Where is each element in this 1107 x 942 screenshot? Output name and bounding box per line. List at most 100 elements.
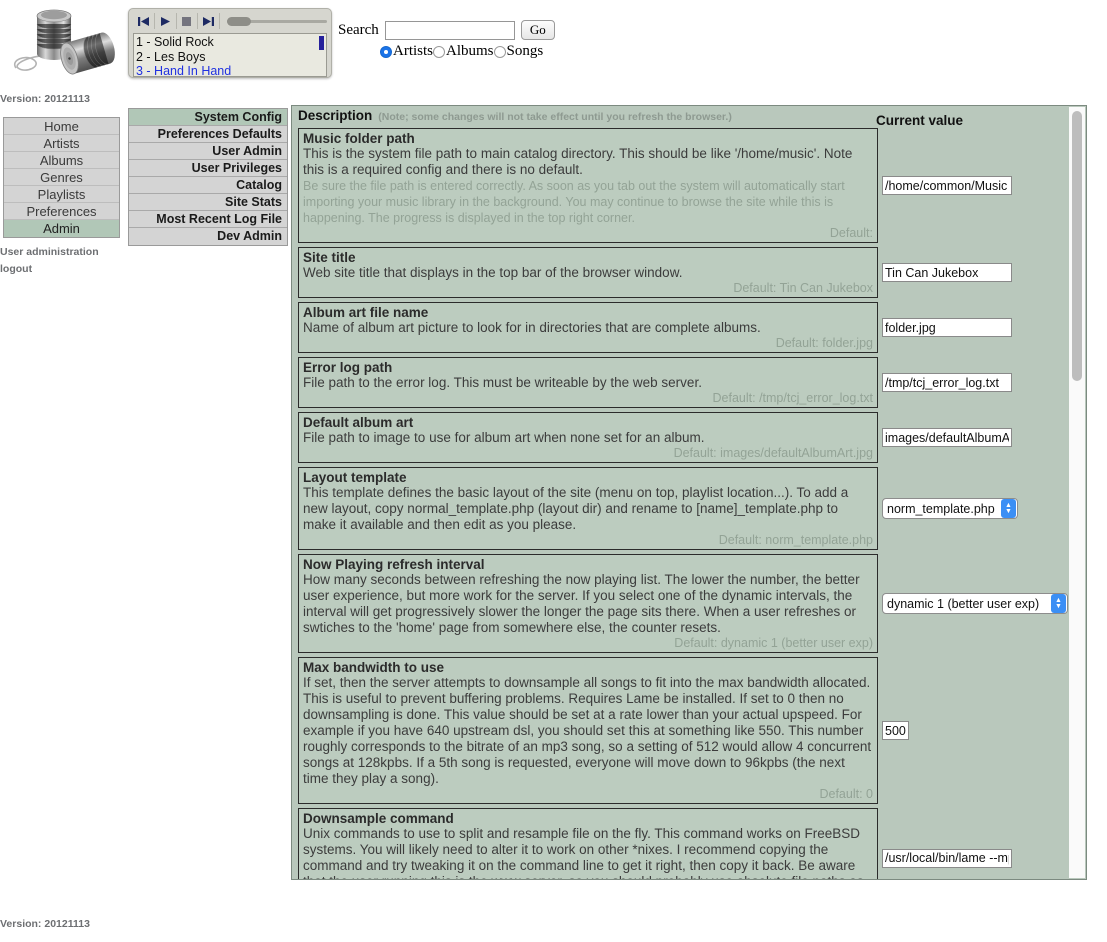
- config-default: Default: Tin Can Jukebox: [303, 281, 873, 296]
- config-value-cell: [878, 247, 1086, 298]
- config-body: This is the system file path to main cat…: [303, 146, 873, 178]
- radio-icon[interactable]: [433, 46, 445, 58]
- search-area: Search Go Artists Albums Songs: [338, 20, 555, 60]
- playlist-item[interactable]: 1 - Solid Rock: [136, 35, 324, 50]
- sidebar-item-preferences[interactable]: Preferences: [4, 203, 119, 220]
- panel-scrollbar[interactable]: [1069, 107, 1085, 878]
- config-value-cell: [878, 808, 1086, 880]
- admin-menu-user-privileges[interactable]: User Privileges: [129, 160, 287, 177]
- playlist[interactable]: 1 - Solid Rock 2 - Les Boys 3 - Hand In …: [133, 33, 327, 77]
- config-value-cell: [878, 412, 1086, 463]
- config-extra: Be sure the file path is entered correct…: [303, 178, 873, 226]
- current-value-header: Current value: [876, 113, 963, 128]
- stop-icon: [182, 17, 191, 26]
- admin-menu: System Config Preferences Defaults User …: [128, 108, 288, 246]
- config-title: Site title: [303, 250, 873, 265]
- search-input[interactable]: [385, 21, 515, 40]
- layout-template-select[interactable]: norm_template.php ▲▼: [882, 498, 1018, 519]
- config-title: Layout template: [303, 470, 873, 485]
- sidebar-item-albums[interactable]: Albums: [4, 152, 119, 169]
- admin-menu-user-admin[interactable]: User Admin: [129, 143, 287, 160]
- search-go-button[interactable]: Go: [521, 20, 555, 40]
- search-type-artists[interactable]: Artists: [380, 43, 433, 60]
- skip-back-icon: [138, 17, 149, 26]
- site-title-input[interactable]: [882, 263, 1012, 282]
- config-body: Name of album art picture to look for in…: [303, 320, 873, 336]
- play-button[interactable]: [155, 13, 177, 29]
- config-default: Default:: [303, 226, 873, 241]
- seek-slider-track[interactable]: [227, 20, 327, 23]
- chevron-updown-icon[interactable]: ▲▼: [1001, 499, 1016, 518]
- config-description: Default album art File path to image to …: [298, 412, 878, 463]
- prev-button[interactable]: [133, 13, 155, 29]
- music-folder-path-input[interactable]: [882, 176, 1012, 195]
- config-row: Album art file name Name of album art pi…: [292, 302, 1086, 353]
- search-type-artists-label: Artists: [393, 43, 433, 60]
- config-row: Error log path File path to the error lo…: [292, 357, 1086, 408]
- config-default: Default: folder.jpg: [303, 336, 873, 351]
- search-type-group: Artists Albums Songs: [380, 43, 555, 60]
- config-body: Web site title that displays in the top …: [303, 265, 873, 281]
- sidebar-item-admin[interactable]: Admin: [4, 220, 119, 237]
- sidebar-item-playlists[interactable]: Playlists: [4, 186, 119, 203]
- config-value-cell: [878, 657, 1086, 804]
- sidebar-item-genres[interactable]: Genres: [4, 169, 119, 186]
- default-album-art-input[interactable]: [882, 428, 1012, 447]
- description-note: (Note; some changes will not take effect…: [378, 111, 732, 123]
- config-title: Music folder path: [303, 131, 873, 146]
- admin-menu-preferences-defaults[interactable]: Preferences Defaults: [129, 126, 287, 143]
- config-row: Max bandwidth to use If set, then the se…: [292, 657, 1086, 804]
- playlist-item[interactable]: 2 - Les Boys: [136, 50, 324, 65]
- config-title: Album art file name: [303, 305, 873, 320]
- skip-forward-icon: [203, 17, 214, 26]
- panel-scrollbar-thumb[interactable]: [1072, 111, 1082, 381]
- admin-menu-dev-admin[interactable]: Dev Admin: [129, 228, 287, 245]
- admin-menu-catalog[interactable]: Catalog: [129, 177, 287, 194]
- playlist-scroll-marker[interactable]: [319, 36, 324, 50]
- config-value-cell: [878, 357, 1086, 408]
- config-default: Default: norm_template.php: [303, 533, 873, 548]
- version-label-top: Version: 20121113: [0, 93, 90, 105]
- config-default: Default: dynamic 1 (better user exp): [303, 636, 873, 651]
- admin-menu-site-stats[interactable]: Site Stats: [129, 194, 287, 211]
- stop-button[interactable]: [177, 13, 199, 29]
- search-type-songs[interactable]: Songs: [494, 43, 544, 60]
- link-logout[interactable]: logout: [0, 261, 99, 278]
- downsample-command-input[interactable]: [882, 849, 1012, 868]
- playlist-item-current[interactable]: 3 - Hand In Hand: [136, 64, 324, 77]
- search-type-albums[interactable]: Albums: [433, 43, 494, 60]
- seek-slider-knob[interactable]: [227, 17, 251, 26]
- layout-template-select-value: norm_template.php: [887, 502, 1000, 516]
- config-description: Site title Web site title that displays …: [298, 247, 878, 298]
- config-value-cell: [878, 128, 1086, 243]
- sidebar-item-home[interactable]: Home: [4, 118, 119, 135]
- next-button[interactable]: [198, 13, 220, 29]
- refresh-interval-select[interactable]: dynamic 1 (better user exp) ▲▼: [882, 593, 1068, 614]
- config-default: Default: images/defaultAlbumArt.jpg: [303, 446, 873, 461]
- radio-icon[interactable]: [494, 46, 506, 58]
- description-header: Description: [298, 108, 372, 123]
- chevron-updown-icon[interactable]: ▲▼: [1051, 594, 1066, 613]
- config-rows: Music folder path This is the system fil…: [292, 128, 1086, 879]
- search-label: Search: [338, 22, 379, 39]
- media-player: 1 - Solid Rock 2 - Les Boys 3 - Hand In …: [128, 8, 332, 78]
- album-art-file-name-input[interactable]: [882, 318, 1012, 337]
- seek-slider[interactable]: [220, 20, 327, 23]
- config-description: Downsample command Unix commands to use …: [298, 808, 878, 880]
- config-body: If set, then the server attempts to down…: [303, 675, 873, 787]
- config-row: Music folder path This is the system fil…: [292, 128, 1086, 243]
- config-description: Max bandwidth to use If set, then the se…: [298, 657, 878, 804]
- error-log-path-input[interactable]: [882, 373, 1012, 392]
- config-body: Unix commands to use to split and resamp…: [303, 826, 873, 880]
- radio-icon[interactable]: [380, 46, 392, 58]
- admin-menu-most-recent-log-file[interactable]: Most Recent Log File: [129, 211, 287, 228]
- play-icon: [161, 17, 170, 26]
- sidebar-item-artists[interactable]: Artists: [4, 135, 119, 152]
- link-user-administration[interactable]: User administration: [0, 244, 99, 261]
- max-bandwidth-input[interactable]: [882, 721, 909, 740]
- player-controls: [133, 12, 327, 30]
- config-title: Downsample command: [303, 811, 873, 826]
- admin-menu-system-config[interactable]: System Config: [129, 109, 287, 126]
- config-value-cell: dynamic 1 (better user exp) ▲▼: [878, 554, 1086, 653]
- search-type-albums-label: Albums: [446, 43, 494, 60]
